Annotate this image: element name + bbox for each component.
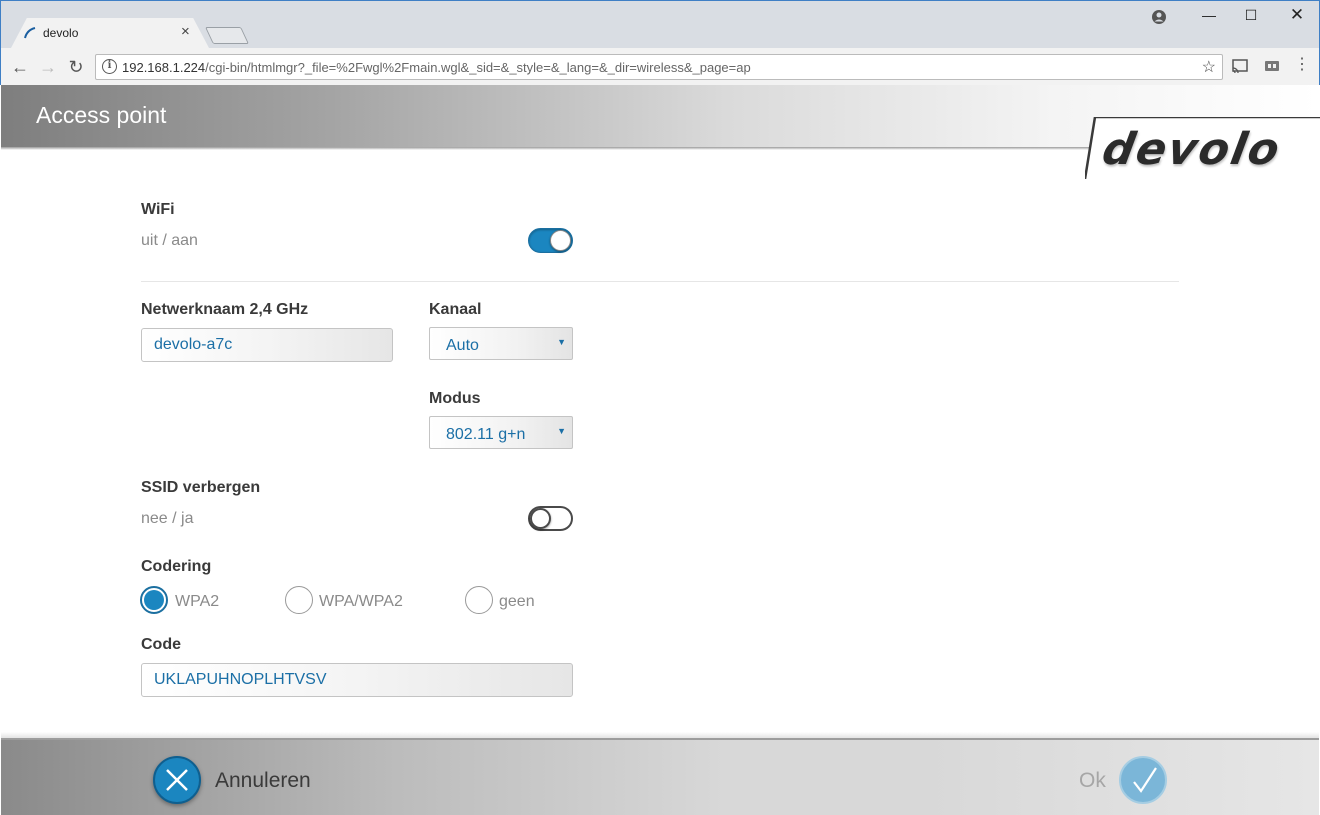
extension-icon[interactable] [1263,58,1281,74]
code-label: Code [141,636,181,653]
network-name-input[interactable] [141,328,393,362]
tab-strip: devolo × — ☐ ✕ [1,1,1319,48]
ok-label[interactable]: Ok [1079,769,1106,793]
hide-ssid-toggle[interactable] [528,506,573,531]
mode-select[interactable]: 802.11 g+n ▼ [429,416,573,449]
back-arrow-icon[interactable]: ← [9,56,31,78]
ok-button[interactable] [1119,756,1167,804]
channel-select-value: Auto [446,337,479,354]
minimize-icon[interactable]: — [1199,7,1219,23]
reload-icon[interactable]: ↻ [65,56,87,78]
url-path: /cgi-bin/htmlmgr?_file=%2Fwgl%2Fmain.wgl… [205,60,751,75]
radio-wpa2-label[interactable]: WPA2 [175,593,219,611]
footer-bar: Annuleren Ok [1,732,1319,815]
cancel-button[interactable] [153,756,201,804]
page-title: Access point [36,102,167,128]
devolo-favicon-icon [24,27,36,39]
mode-select-value: 802.11 g+n [446,426,526,443]
wifi-label: WiFi [141,201,175,218]
hide-ssid-toggle-knob [530,508,551,529]
wifi-toggle[interactable] [528,228,573,253]
tab-close-icon[interactable]: × [181,23,190,41]
wifi-toggle-knob [550,230,571,251]
checkmark-icon [1133,767,1157,793]
close-window-icon[interactable]: ✕ [1287,5,1307,25]
radio-none[interactable] [465,586,493,614]
chevron-down-icon: ▼ [557,426,566,436]
encryption-label: Codering [141,558,212,575]
menu-kebab-icon[interactable]: ⋮ [1293,57,1311,74]
radio-wpa-wpa2-label[interactable]: WPA/WPA2 [319,593,403,611]
bookmark-star-icon[interactable]: ☆ [1202,57,1216,77]
info-icon[interactable]: i [102,59,117,74]
browser-window: devolo × — ☐ ✕ ← → ↻ i 192.168.1.224/cgi… [0,0,1320,86]
profile-icon[interactable] [1149,8,1169,26]
hide-ssid-label: SSID verbergen [141,479,261,496]
url-host: 192.168.1.224 [122,60,206,75]
cast-icon[interactable] [1231,58,1249,74]
browser-toolbar: ← → ↻ i 192.168.1.224/cgi-bin/htmlmgr?_f… [1,48,1319,86]
wifi-toggle-caption: uit / aan [141,232,198,249]
hide-ssid-toggle-caption: nee / ja [141,510,194,527]
network-name-label: Netwerknaam 2,4 GHz [141,301,309,318]
section-divider [141,281,1179,282]
address-bar[interactable]: i 192.168.1.224/cgi-bin/htmlmgr?_file=%2… [95,54,1223,80]
tab-title: devolo [43,26,79,40]
forward-arrow-icon[interactable]: → [37,56,59,78]
devolo-logo: devolo [1098,124,1286,175]
channel-label: Kanaal [429,301,482,318]
maximize-icon[interactable]: ☐ [1241,7,1261,24]
browser-tab[interactable] [11,18,209,48]
close-x-icon [166,769,188,791]
radio-wpa2[interactable] [140,586,168,614]
new-tab-button[interactable] [205,27,249,44]
code-input[interactable] [141,663,573,697]
channel-select[interactable]: Auto ▼ [429,327,573,360]
cancel-label[interactable]: Annuleren [215,769,311,793]
url-text[interactable]: 192.168.1.224/cgi-bin/htmlmgr?_file=%2Fw… [122,60,751,75]
radio-wpa-wpa2[interactable] [285,586,313,614]
mode-label: Modus [429,390,481,407]
chevron-down-icon: ▼ [557,337,566,347]
radio-none-label[interactable]: geen [499,593,535,611]
